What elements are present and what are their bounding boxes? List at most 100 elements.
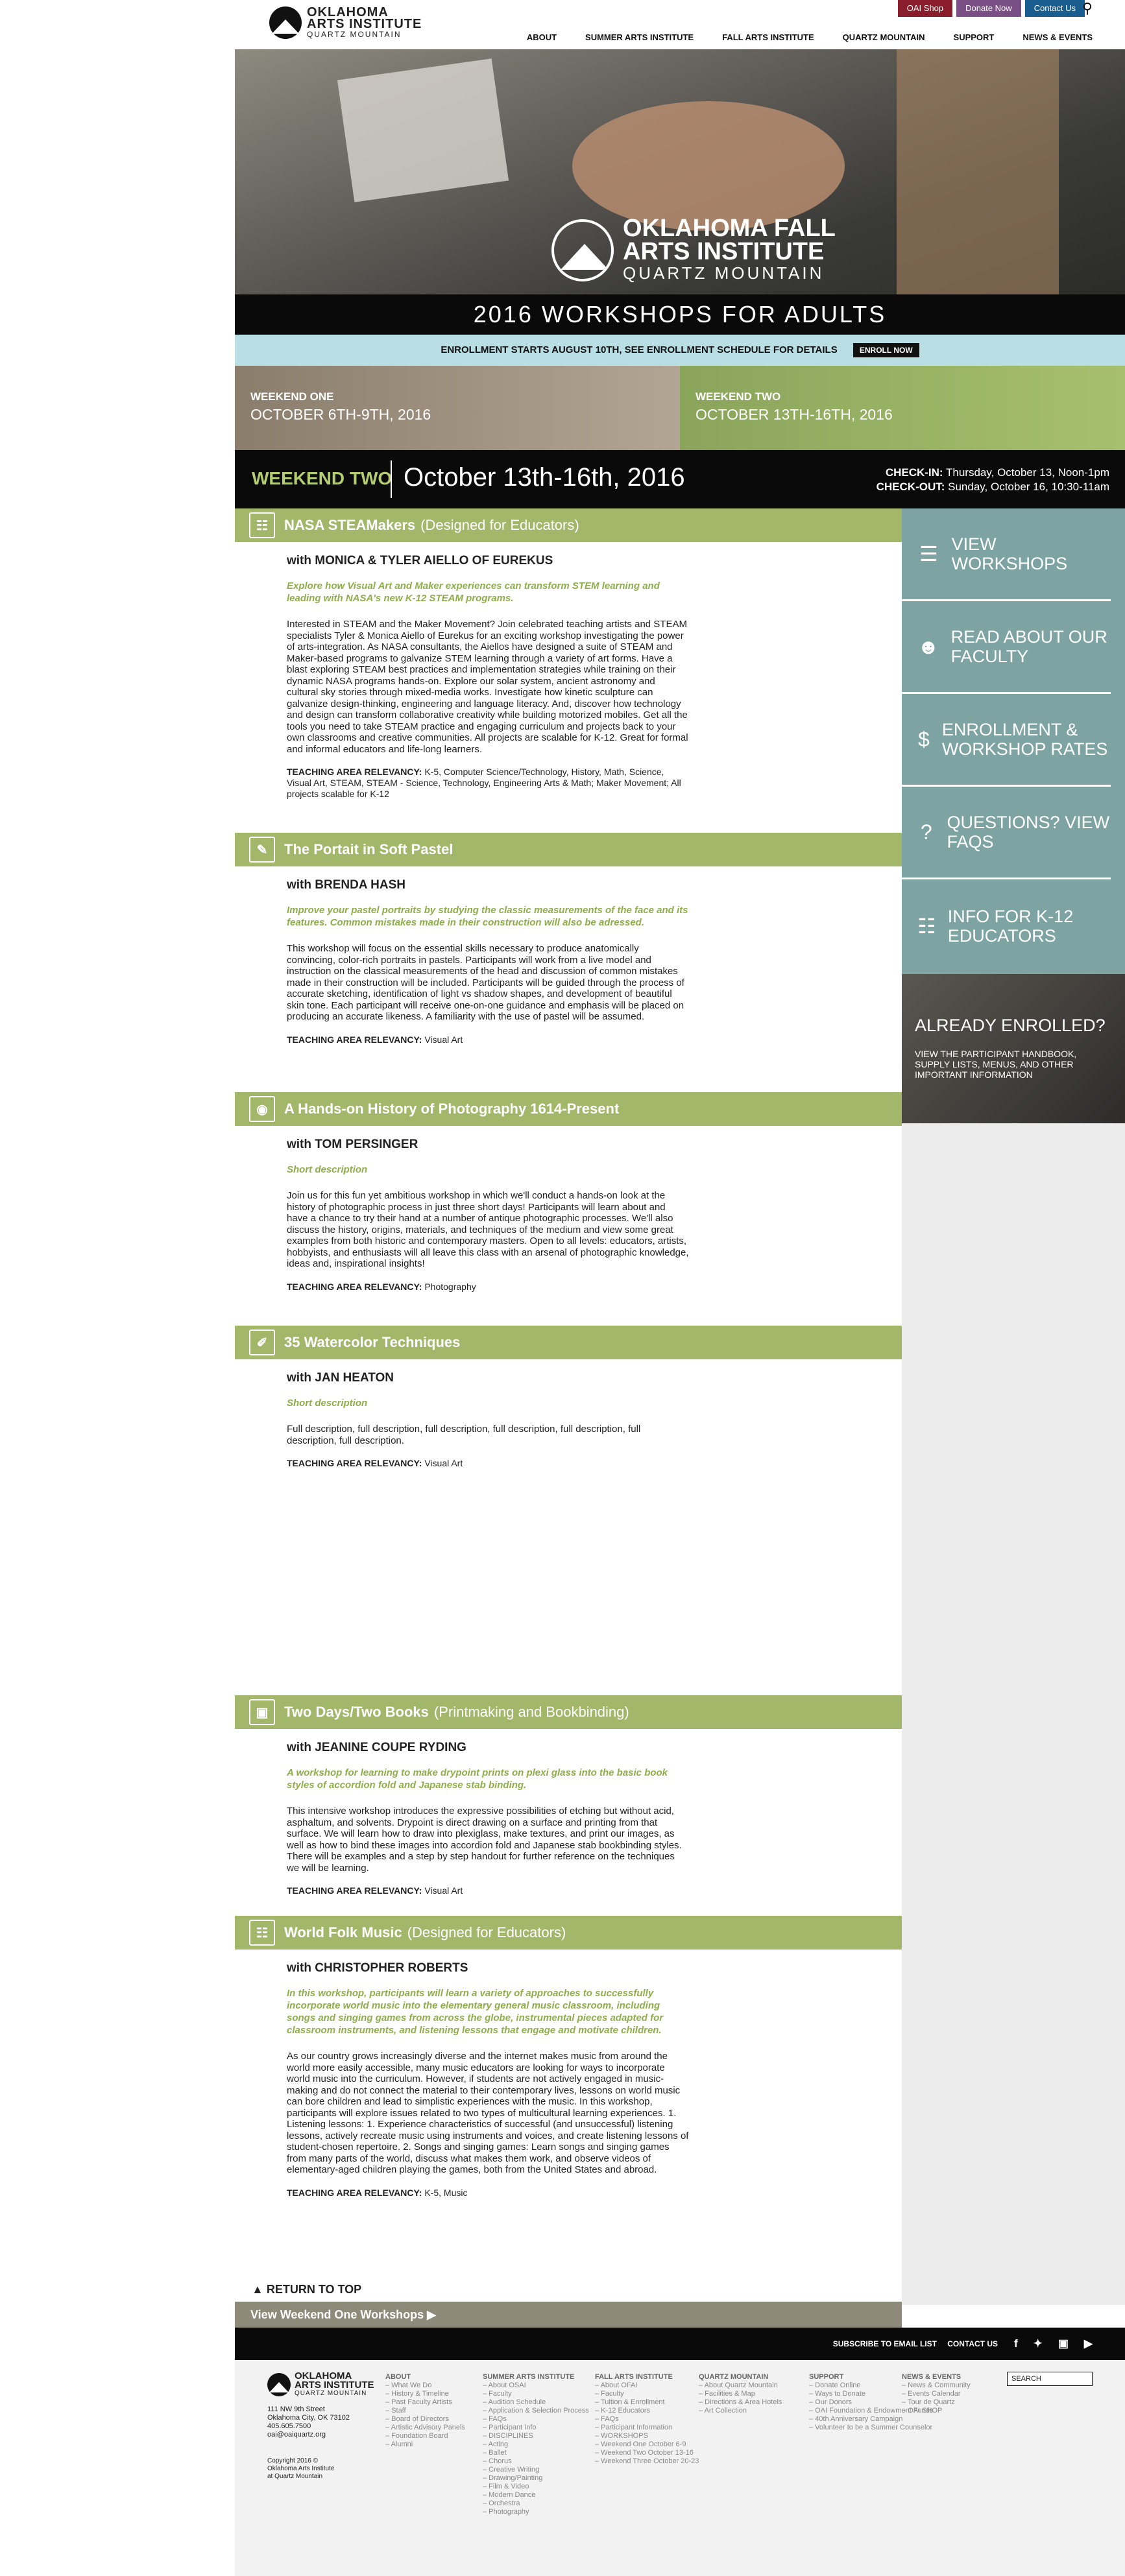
- sidebar-item-workshops[interactable]: ☰ VIEW WORKSHOPS: [902, 508, 1111, 601]
- sidebar-item-label: ENROLLMENT & WORKSHOP RATES: [941, 720, 1108, 759]
- footer-link[interactable]: – Modern Dance: [483, 2491, 589, 2499]
- footer-col-heading[interactable]: FALL ARTS INSTITUTE: [595, 2373, 699, 2381]
- nav-news[interactable]: NEWS & EVENTS: [1022, 32, 1093, 42]
- footer-link[interactable]: – Audition Schedule: [483, 2398, 589, 2407]
- footer-link[interactable]: – History & Timeline: [385, 2390, 465, 2398]
- current-weekend-bar: WEEKEND TWO October 13th-16th, 2016 CHEC…: [235, 450, 1125, 508]
- copyright-line: at Quartz Mountain: [267, 2473, 323, 2480]
- footer-col-heading[interactable]: QUARTZ MOUNTAIN: [699, 2373, 782, 2381]
- workshop-subtitle: (Designed for Educators): [407, 1924, 566, 1940]
- workshop-relevancy: TEACHING AREA RELEVANCY: K-5, Music: [287, 2188, 689, 2199]
- youtube-icon[interactable]: ▶: [1084, 2337, 1093, 2350]
- instagram-icon[interactable]: ▣: [1058, 2337, 1069, 2350]
- weekend-one-tab[interactable]: WEEKEND ONE OCTOBER 6TH-9TH, 2016: [235, 366, 680, 450]
- footer-link[interactable]: – Chorus: [483, 2457, 589, 2466]
- footer-link[interactable]: – Creative Writing: [483, 2466, 589, 2474]
- footer-link[interactable]: – Application & Selection Process: [483, 2407, 589, 2415]
- workshop-relevancy: TEACHING AREA RELEVANCY: Photography: [287, 1282, 689, 1293]
- relevancy-value: K-5, Music: [424, 2187, 468, 2198]
- search-icon[interactable]: ⚲: [1082, 0, 1093, 17]
- facebook-icon[interactable]: f: [1014, 2337, 1018, 2350]
- footer-link[interactable]: – Participant Info: [483, 2424, 589, 2432]
- workshop-title: World Folk Music: [284, 1924, 402, 1940]
- footer-link[interactable]: – WORKSHOPS: [595, 2432, 699, 2440]
- footer-link[interactable]: – About OFAI: [595, 2381, 699, 2390]
- workshop-instructor: with JEANINE COUPE RYDING: [287, 1741, 466, 1754]
- twitter-icon[interactable]: ✦: [1034, 2337, 1043, 2350]
- footer-search-input[interactable]: SEARCH: [1007, 2372, 1093, 2386]
- footer-link[interactable]: – Foundation Board: [385, 2432, 465, 2440]
- footer-bar: SUBSCRIBE TO EMAIL LIST CONTACT US f ✦ ▣…: [235, 2328, 1125, 2360]
- footer-link[interactable]: – Weekend One October 6-9: [595, 2440, 699, 2449]
- divider: [391, 460, 392, 498]
- footer-link[interactable]: – Drawing/Painting: [483, 2474, 589, 2483]
- footer-link[interactable]: – Events Calendar: [902, 2390, 971, 2398]
- email-list-link[interactable]: SUBSCRIBE TO EMAIL LIST: [833, 2339, 937, 2348]
- footer-link[interactable]: – Staff: [385, 2407, 465, 2415]
- email[interactable]: oai@oaiquartz.org: [267, 2431, 350, 2439]
- contact-link[interactable]: Contact Us: [1024, 0, 1085, 17]
- weekend-two-tab[interactable]: WEEKEND TWO OCTOBER 13TH-16TH, 2016: [680, 366, 1125, 450]
- enroll-now-button[interactable]: ENROLL NOW: [853, 343, 919, 357]
- footer-link[interactable]: – Ballet: [483, 2449, 589, 2457]
- footer-logo[interactable]: OKLAHOMA ARTS INSTITUTE QUARTZ MOUNTAIN: [267, 2371, 374, 2397]
- site-logo[interactable]: OKLAHOMA ARTS INSTITUTE QUARTZ MOUNTAIN: [269, 6, 422, 39]
- nav-fall[interactable]: FALL ARTS INSTITUTE: [722, 32, 814, 42]
- footer-contact-link[interactable]: CONTACT US: [947, 2339, 998, 2348]
- footer-link[interactable]: – 40th Anniversary Campaign: [809, 2415, 933, 2424]
- sidebar-item-faqs[interactable]: ? QUESTIONS? VIEW FAQS: [902, 787, 1111, 879]
- footer-link[interactable]: – News & Community: [902, 2381, 971, 2390]
- footer-link[interactable]: – DISCIPLINES: [483, 2432, 589, 2440]
- footer-link[interactable]: – Orchestra: [483, 2499, 589, 2508]
- footer-link[interactable]: – Artistic Advisory Panels: [385, 2424, 465, 2432]
- workshop-relevancy: TEACHING AREA RELEVANCY: Visual Art: [287, 1034, 689, 1045]
- footer-link[interactable]: – About Quartz Mountain: [699, 2381, 782, 2390]
- footer-link[interactable]: – What We Do: [385, 2381, 465, 2390]
- footer-col-summer: SUMMER ARTS INSTITUTE – About OSAI – Facul…: [483, 2373, 589, 2516]
- footer-link[interactable]: – About OSAI: [483, 2381, 589, 2390]
- return-to-top-link[interactable]: ▲ RETURN TO TOP: [252, 2283, 361, 2296]
- footer-link[interactable]: – Acting: [483, 2440, 589, 2449]
- footer-link[interactable]: – Board of Directors: [385, 2415, 465, 2424]
- hero-artist: [897, 49, 1059, 294]
- footer-link[interactable]: – K-12 Educators: [595, 2407, 699, 2415]
- workshop-item: ☷ NASA STEAMakers (Designed for Educators)…: [235, 508, 902, 800]
- footer-link[interactable]: – Photography: [483, 2508, 589, 2516]
- footer-link[interactable]: – FAQs: [483, 2415, 589, 2424]
- sidebar-item-rates[interactable]: $ ENROLLMENT & WORKSHOP RATES: [902, 694, 1111, 787]
- footer-link[interactable]: – OAI SHOP: [902, 2407, 971, 2415]
- footer-link[interactable]: – Weekend Three October 20-23: [595, 2457, 699, 2466]
- footer-link[interactable]: – Participant Information: [595, 2424, 699, 2432]
- other-weekend-link[interactable]: View Weekend One Workshops ▶: [235, 2302, 902, 2328]
- footer-link[interactable]: – Faculty: [595, 2390, 699, 2398]
- footer-link[interactable]: – Past Faculty Artists: [385, 2398, 465, 2407]
- sidebar-item-faculty[interactable]: ☻ READ ABOUT OUR FACULTY: [902, 601, 1111, 694]
- workshop-item: ▣ Two Days/Two Books (Printmaking and Book…: [235, 1695, 902, 1896]
- workshop-relevancy: TEACHING AREA RELEVANCY: K-5, Computer S…: [287, 767, 689, 800]
- footer-link[interactable]: – Tuition & Enrollment: [595, 2398, 699, 2407]
- footer-link[interactable]: – Weekend Two October 13-16: [595, 2449, 699, 2457]
- footer-link[interactable]: – Film & Video: [483, 2483, 589, 2491]
- footer-link[interactable]: – Directions & Area Hotels: [699, 2398, 782, 2407]
- footer-link[interactable]: – Tour de Quartz: [902, 2398, 971, 2407]
- nav-about[interactable]: ABOUT: [527, 32, 557, 42]
- nav-support[interactable]: SUPPORT: [954, 32, 995, 42]
- donate-link[interactable]: Donate Now: [956, 0, 1021, 17]
- footer-link[interactable]: – Art Collection: [699, 2407, 782, 2415]
- oai-shop-link[interactable]: OAI Shop: [897, 0, 953, 17]
- footer-col-heading[interactable]: ABOUT: [385, 2373, 465, 2381]
- already-enrolled-panel[interactable]: ALREADY ENROLLED? VIEW THE PARTICIPANT H…: [902, 974, 1125, 1123]
- workshop-description: This intensive workshop introduces the e…: [287, 1806, 682, 1874]
- footer-link[interactable]: – Alumni: [385, 2440, 465, 2449]
- relevancy-value: Visual Art: [424, 1458, 463, 1468]
- nav-summer[interactable]: SUMMER ARTS INSTITUTE: [585, 32, 694, 42]
- footer-col-heading[interactable]: NEWS & EVENTS: [902, 2373, 971, 2381]
- workshop-lead: In this workshop, participants will lear…: [287, 1988, 664, 2036]
- footer-link[interactable]: – Facilities & Map: [699, 2390, 782, 2398]
- footer-link[interactable]: – Faculty: [483, 2390, 589, 2398]
- sidebar-item-educators[interactable]: ☷ INFO FOR K-12 EDUCATORS: [902, 879, 1111, 972]
- footer-col-heading[interactable]: SUMMER ARTS INSTITUTE: [483, 2373, 589, 2381]
- footer-link[interactable]: – FAQs: [595, 2415, 699, 2424]
- nav-quartz[interactable]: QUARTZ MOUNTAIN: [843, 32, 925, 42]
- footer-link[interactable]: – Volunteer to be a Summer Counselor: [809, 2424, 933, 2432]
